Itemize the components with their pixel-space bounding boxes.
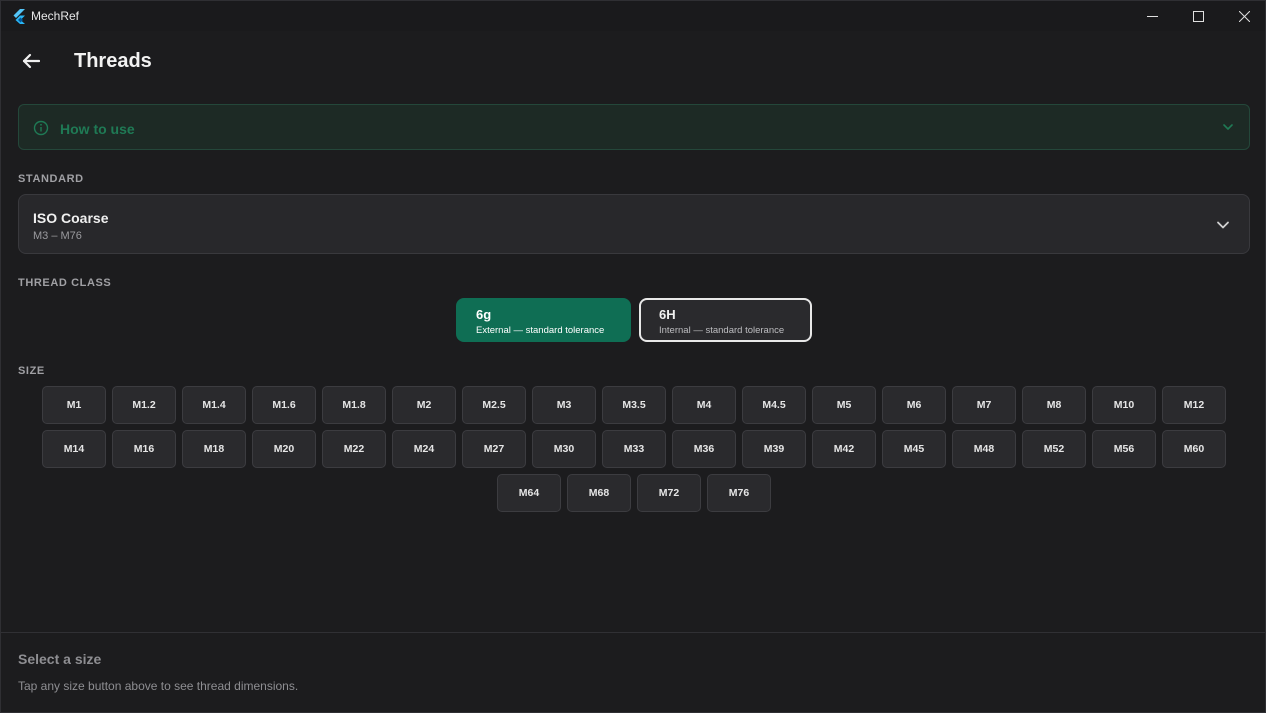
size-button[interactable]: M6 (882, 386, 946, 424)
size-button[interactable]: M72 (637, 474, 701, 512)
size-button[interactable]: M48 (952, 430, 1016, 468)
size-button[interactable]: M36 (672, 430, 736, 468)
size-button[interactable]: M30 (532, 430, 596, 468)
standard-section-label: STANDARD (18, 173, 84, 185)
size-button[interactable]: M14 (42, 430, 106, 468)
close-button[interactable] (1221, 1, 1266, 31)
size-button[interactable]: M18 (182, 430, 246, 468)
size-button[interactable]: M5 (812, 386, 876, 424)
how-to-use-label: How to use (60, 121, 135, 137)
size-button[interactable]: M16 (112, 430, 176, 468)
size-button[interactable]: M39 (742, 430, 806, 468)
size-button[interactable]: M2 (392, 386, 456, 424)
size-button[interactable]: M64 (497, 474, 561, 512)
size-button[interactable]: M3.5 (602, 386, 666, 424)
size-button[interactable]: M27 (462, 430, 526, 468)
size-button[interactable]: M24 (392, 430, 456, 468)
size-button[interactable]: M52 (1022, 430, 1086, 468)
size-button[interactable]: M3 (532, 386, 596, 424)
size-button[interactable]: M76 (707, 474, 771, 512)
size-button[interactable]: M45 (882, 430, 946, 468)
size-button[interactable]: M8 (1022, 386, 1086, 424)
minimize-button[interactable] (1129, 1, 1175, 31)
size-button[interactable]: M33 (602, 430, 666, 468)
thread-class-section-label: THREAD CLASS (18, 277, 112, 289)
how-to-use-panel[interactable]: How to use (18, 104, 1250, 150)
page-title: Threads (74, 50, 152, 72)
size-button[interactable]: M4.5 (742, 386, 806, 424)
size-button[interactable]: M20 (252, 430, 316, 468)
app-title: MechRef (31, 9, 80, 23)
footer-text: Tap any size button above to see thread … (18, 679, 299, 693)
chevron-down-icon (1223, 124, 1233, 130)
size-button[interactable]: M4 (672, 386, 736, 424)
standard-select[interactable]: ISO Coarse M3 – M76 (18, 194, 1250, 254)
size-button[interactable]: M56 (1092, 430, 1156, 468)
arrow-left-icon (22, 53, 40, 69)
maximize-icon (1192, 10, 1204, 22)
thread-class-6g-option[interactable]: 6g External — standard tolerance (456, 298, 631, 342)
thread-class-desc: External — standard tolerance (476, 325, 605, 336)
size-button[interactable]: M1.6 (252, 386, 316, 424)
thread-class-name: 6H (659, 307, 676, 322)
footer-divider (1, 632, 1265, 633)
size-button[interactable]: M68 (567, 474, 631, 512)
footer-title: Select a size (18, 651, 102, 667)
thread-class-6H-option[interactable]: 6H Internal — standard tolerance (639, 298, 812, 342)
title-bar: MechRef (1, 1, 1265, 31)
thread-class-name: 6g (476, 307, 492, 322)
standard-range: M3 – M76 (33, 230, 82, 242)
size-button[interactable]: M10 (1092, 386, 1156, 424)
size-button[interactable]: M7 (952, 386, 1016, 424)
size-button[interactable]: M2.5 (462, 386, 526, 424)
back-button[interactable] (15, 45, 47, 77)
close-icon (1238, 10, 1250, 22)
size-button[interactable]: M1.2 (112, 386, 176, 424)
minimize-icon (1146, 15, 1158, 17)
flutter-logo-icon (13, 9, 25, 24)
size-button[interactable]: M42 (812, 430, 876, 468)
size-button[interactable]: M1.4 (182, 386, 246, 424)
size-button[interactable]: M1.8 (322, 386, 386, 424)
size-button[interactable]: M22 (322, 430, 386, 468)
maximize-button[interactable] (1175, 1, 1221, 31)
standard-value: ISO Coarse (33, 210, 109, 226)
size-button[interactable]: M1 (42, 386, 106, 424)
size-button[interactable]: M60 (1162, 430, 1226, 468)
info-icon (33, 120, 49, 136)
chevron-down-icon (1217, 221, 1229, 229)
size-button[interactable]: M12 (1162, 386, 1226, 424)
app-window: MechRef Threads How to use STANDARD ISO … (0, 0, 1266, 713)
size-section-label: SIZE (18, 365, 45, 377)
thread-class-desc: Internal — standard tolerance (659, 325, 785, 336)
